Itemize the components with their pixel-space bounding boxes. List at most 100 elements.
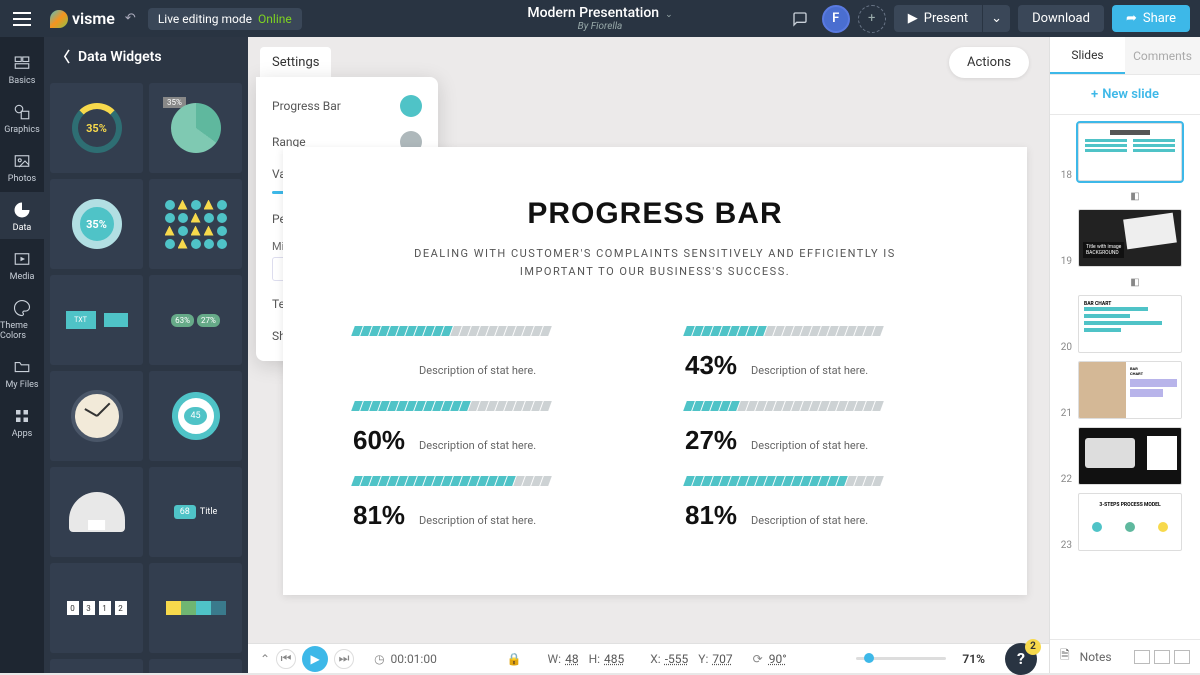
stat-block[interactable]: 48%Description of stat here. <box>353 326 625 381</box>
clock-icon: ◷ <box>374 652 384 666</box>
zoom-slider[interactable] <box>856 657 946 660</box>
thumb-extra-18[interactable]: ◧ <box>1078 189 1192 203</box>
slide-subtitle: DEALING WITH CUSTOMER'S COMPLAINTS SENSI… <box>283 231 1027 280</box>
apps-icon <box>12 406 32 426</box>
layout-3[interactable] <box>1174 650 1190 664</box>
widget-text-bars[interactable]: TXT <box>50 275 143 365</box>
undo-button[interactable]: ↶ <box>125 11 136 26</box>
back-icon: 〈 <box>56 47 70 67</box>
stat-percent: 60% <box>353 425 405 456</box>
help-button[interactable]: ?2 <box>1005 643 1037 675</box>
present-dropdown[interactable]: ⌄ <box>983 5 1010 32</box>
thumb-22[interactable] <box>1078 427 1182 485</box>
rail-data[interactable]: Data <box>0 192 44 239</box>
thumb-19[interactable]: Title with imageBACKGROUND <box>1078 209 1182 267</box>
layout-1[interactable] <box>1134 650 1150 664</box>
widgets-panel: 〈 Data Widgets 35% 35% 35% TXT 63%27% 45… <box>44 37 248 673</box>
label-progress-bar: Progress Bar <box>272 99 341 113</box>
widget-extra-2[interactable] <box>149 659 242 673</box>
add-collaborator-button[interactable]: + <box>858 5 886 33</box>
widget-pie-flag[interactable]: 35% <box>149 83 242 173</box>
widgets-header[interactable]: 〈 Data Widgets <box>44 37 248 77</box>
widget-meter[interactable]: 45 <box>50 467 143 557</box>
widget-shapes-grid[interactable] <box>149 179 242 269</box>
lock-icon[interactable]: 🔒 <box>507 652 522 666</box>
stat-block[interactable]: 81% Description of stat here. <box>685 476 957 531</box>
thumb-extra-19[interactable]: ◧ <box>1078 275 1192 289</box>
chevron-up-icon[interactable]: ⌃ <box>260 652 270 666</box>
rail-graphics[interactable]: Graphics <box>0 94 44 141</box>
top-bar: visme ↶ Live editing mode Online Modern … <box>0 0 1200 37</box>
new-slide-button[interactable]: +New slide <box>1050 75 1200 115</box>
menu-button[interactable] <box>0 0 44 37</box>
stat-block[interactable]: 81%Description of stat here. <box>353 476 625 531</box>
swatch-bar[interactable] <box>400 95 422 117</box>
folder-icon <box>12 357 32 377</box>
rail-photos[interactable]: Photos <box>0 143 44 190</box>
stat-desc: Description of stat here. <box>751 514 868 527</box>
palette-icon <box>12 298 32 318</box>
thumb-23[interactable]: 3-STEPS PROCESS MODEL <box>1078 493 1182 551</box>
title-block[interactable]: Modern Presentation ⌄ By Fiorella <box>527 5 672 32</box>
layout-2[interactable] <box>1154 650 1170 664</box>
widget-clock[interactable] <box>50 371 143 461</box>
widget-donut-35[interactable]: 35% <box>50 83 143 173</box>
tab-comments[interactable]: Comments <box>1125 37 1200 74</box>
widget-donut-45[interactable]: 45 <box>149 371 242 461</box>
widget-hbar[interactable] <box>149 563 242 653</box>
actions-button[interactable]: Actions <box>949 47 1029 78</box>
thumbs-list[interactable]: 18 ◧ 19Title with imageBACKGROUND ◧ 20BA… <box>1050 115 1200 639</box>
live-label: Live editing mode <box>158 12 252 26</box>
play-button[interactable]: ▶ <box>302 646 328 672</box>
thumb-21[interactable]: BARCHART <box>1078 361 1182 419</box>
stat-percent: 43% <box>685 350 737 381</box>
thumb-20[interactable]: BAR CHART <box>1078 295 1182 353</box>
x-value[interactable]: -555 <box>665 652 689 666</box>
prev-slide-button[interactable]: ⏮ <box>276 649 296 669</box>
widget-digits[interactable]: 0312 <box>50 563 143 653</box>
stat-block[interactable]: 43% Description of stat here. <box>685 326 957 381</box>
widget-extra-1[interactable] <box>50 659 143 673</box>
plus-icon: + <box>1091 87 1098 102</box>
presentation-title: Modern Presentation <box>527 5 659 21</box>
next-slide-button[interactable]: ⏭ <box>334 649 354 669</box>
stat-percent: 27% <box>685 425 737 456</box>
logo-text: visme <box>72 9 115 28</box>
rotate-icon[interactable]: ⟳ <box>753 652 763 666</box>
chat-button[interactable] <box>786 5 814 33</box>
rail-media[interactable]: Media <box>0 241 44 288</box>
tab-settings[interactable]: Settings <box>260 47 331 78</box>
stat-percent: 81% <box>685 500 737 531</box>
widget-label-pill[interactable]: 68Title <box>149 467 242 557</box>
download-button[interactable]: Download <box>1018 5 1104 32</box>
width-value[interactable]: 48 <box>565 652 579 666</box>
notes-label[interactable]: Notes <box>1080 650 1112 664</box>
stat-block[interactable]: 60% Description of stat here. <box>353 401 625 456</box>
stat-desc: Description of stat here. <box>419 439 536 452</box>
chat-icon <box>792 11 808 27</box>
slide-canvas[interactable]: PROGRESS BAR DEALING WITH CUSTOMER'S COM… <box>283 147 1027 595</box>
tab-slides[interactable]: Slides <box>1050 37 1125 74</box>
widget-gauge-pair[interactable]: 63%27% <box>149 275 242 365</box>
y-value[interactable]: 707 <box>712 652 732 666</box>
chevron-down-icon: ⌄ <box>665 10 673 20</box>
widget-half-donut[interactable]: 35% <box>50 179 143 269</box>
rail-basics[interactable]: Basics <box>0 45 44 92</box>
live-mode-pill[interactable]: Live editing mode Online <box>148 8 302 30</box>
share-button[interactable]: ➦ Share <box>1112 5 1190 32</box>
thumb-18[interactable] <box>1078 123 1182 181</box>
data-icon <box>12 200 32 220</box>
byline: By Fiorella <box>527 21 672 32</box>
height-value[interactable]: 485 <box>604 652 624 666</box>
rail-theme-colors[interactable]: Theme Colors <box>0 290 44 347</box>
stat-block[interactable]: 27% Description of stat here. <box>685 401 957 456</box>
stat-desc: Description of stat here. <box>751 439 868 452</box>
rail-apps[interactable]: Apps <box>0 398 44 445</box>
logo[interactable]: visme <box>50 9 115 28</box>
basics-icon <box>12 53 32 73</box>
rotation-value[interactable]: 90° <box>769 652 787 666</box>
rail-my-files[interactable]: My Files <box>0 349 44 396</box>
present-button[interactable]: ▶ Present <box>894 5 982 32</box>
user-avatar[interactable]: F <box>822 5 850 33</box>
stat-desc: Description of stat here. <box>751 364 868 377</box>
